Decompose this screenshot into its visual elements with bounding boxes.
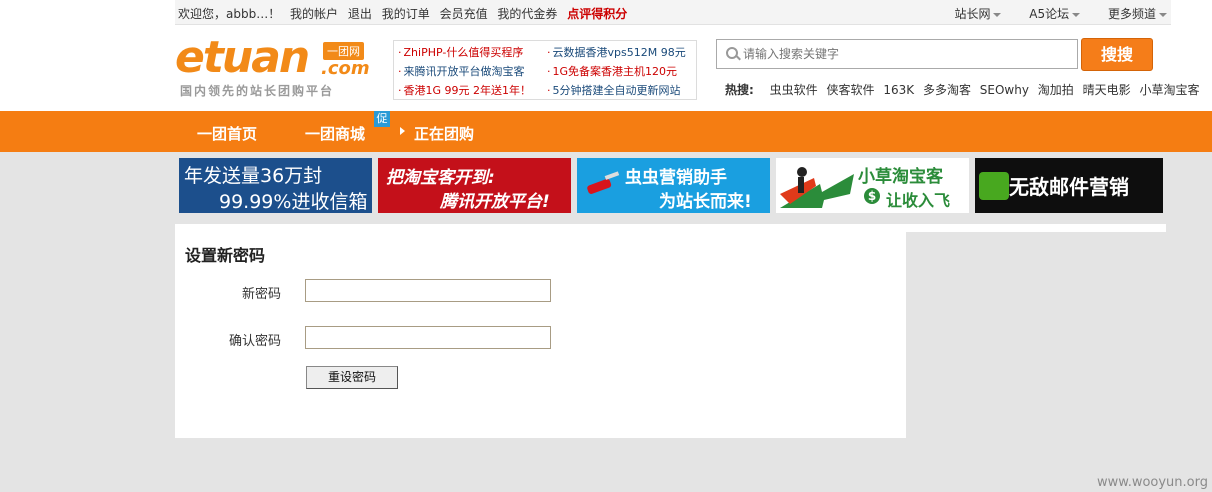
confirm-password-label: 确认密码 [229,334,282,349]
nav-group-buying[interactable]: 正在团购 [414,123,474,144]
hot-searches: 热搜: 虫虫软件 侠客软件 163K 多多淘客 SEOwhy 淘加拍 晴天电影 … [725,81,1204,98]
chevron-down-icon [993,12,1002,17]
banner-line2: 腾讯开放平台! [440,192,550,212]
banner-ad-chongchong[interactable]: 虫虫营销助手 为站长而来! [577,158,770,213]
menu-admin5[interactable]: 站长网 [942,7,1002,21]
menu-a5-forum[interactable]: A5论坛 [1017,7,1081,21]
nav-home[interactable]: 一团首页 [197,123,257,144]
banner-ad-xiaocao[interactable]: 小草淘宝客 $ 让收入飞 [776,158,969,213]
top-bar: 欢迎您，abbb…！ 我的帐户 退出 我的订单 会员充值 我的代金券 点评得积分… [175,0,1171,25]
banner-line2: 99.99%进收信箱 [219,191,368,213]
logout-link[interactable]: 退出 [348,7,372,21]
banner-line2: 为站长而来! [659,192,752,212]
hot-search-link[interactable]: 虫虫软件 [770,83,818,97]
search-box [716,39,1078,69]
banner-line1: 无敌邮件营销 [1009,175,1129,199]
watermark: www.wooyun.org [1096,475,1208,490]
banner-ad-email[interactable]: 年发送量36万封 99.99%进收信箱 [179,158,372,213]
promo-links-box: · ZhiPHP-什么值得买程序 · 来腾讯开放平台做淘宝客 · 香港1G 99元 2… [393,40,697,100]
nav-mall[interactable]: 一团商城 [305,123,365,144]
banner-line2: 让收入飞 [886,191,951,210]
banner-line1: 虫虫营销助手 [625,168,727,188]
user-links: 欢迎您，abbb…！ 我的帐户 退出 我的订单 会员充值 我的代金券 点评得积分 [178,5,633,22]
promo-link-label: 1G免备案香港主机120元 [552,65,678,78]
promo-link-label: ZhiPHP-什么值得买程序 [403,46,524,59]
my-account-link[interactable]: 我的帐户 [290,7,338,21]
promo-link[interactable]: · 香港1G 99元 2年送1年！ [398,82,531,98]
promo-link-label: 云数据香港vps512M 98元 [552,46,686,59]
new-password-field[interactable] [305,279,551,302]
hot-search-link[interactable]: SEOwhy [980,83,1029,97]
banner-ad-wudi-mail[interactable]: 无敌邮件营销 [975,158,1163,213]
search-input[interactable] [741,44,1065,64]
promo-link[interactable]: · 5分钟搭建全自动更新网站 [547,82,681,98]
runner-icon [780,164,854,210]
promo-link[interactable]: · 云数据香港vps512M 98元 [547,44,686,60]
promo-tag: 促 [374,111,390,127]
vouchers-link[interactable]: 我的代金券 [497,7,557,21]
menu-more-channels[interactable]: 更多频道 [1096,7,1167,21]
hot-search-link[interactable]: 小草淘宝客 [1139,83,1199,97]
hot-search-link[interactable]: 163K [883,83,914,97]
promo-link-label: 香港1G 99元 2年送1年！ [403,84,532,97]
promo-link[interactable]: · 来腾讯开放平台做淘宝客 [398,63,525,79]
main-nav: 一团首页 一团商城 促 正在团购 [0,111,1212,152]
chevron-down-icon [1159,12,1167,17]
banner-line1: 小草淘宝客 [858,167,943,187]
arrow-right-icon [400,127,405,135]
side-panel [906,224,1166,232]
logo-domain: .com [321,58,370,79]
hot-searches-label: 热搜: [725,83,754,97]
mail-icon [979,172,1009,200]
promo-link-label: 来腾讯开放平台做淘宝客 [403,65,525,78]
search-icon [726,47,738,59]
banner-ad-taobaoke[interactable]: 把淘宝客开到: 腾讯开放平台! [378,158,571,213]
hot-search-link[interactable]: 多多淘客 [923,83,971,97]
banner-line1: 把淘宝客开到: [386,168,495,188]
reset-password-panel: 设置新密码 新密码 确认密码 重设密码 [175,224,906,438]
promo-link-label: 5分钟搭建全自动更新网站 [552,84,681,97]
promo-link[interactable]: · ZhiPHP-什么值得买程序 [398,44,523,60]
banner-line1: 年发送量36万封 [184,165,323,187]
hot-search-link[interactable]: 侠客软件 [826,83,874,97]
site-logo[interactable]: etuan 一团网 .com 国内领先的站长团购平台 [175,32,385,100]
promo-link[interactable]: · 1G免备案香港主机120元 [547,63,677,79]
channel-menus: 站长网 A5论坛 更多频道 [930,5,1167,22]
menu-a5-forum-label: A5论坛 [1029,7,1070,21]
my-orders-link[interactable]: 我的订单 [382,7,430,21]
search-button[interactable]: 搜搜 [1081,38,1153,71]
menu-more-channels-label: 更多频道 [1107,7,1156,21]
hot-search-link[interactable]: 晴天电影 [1083,83,1131,97]
menu-admin5-label: 站长网 [954,7,991,21]
review-points-link[interactable]: 点评得积分 [567,7,627,21]
chevron-down-icon [1072,12,1081,17]
new-password-label: 新密码 [242,287,282,302]
hot-search-link[interactable]: 淘加拍 [1038,83,1074,97]
knife-icon [581,170,621,200]
confirm-password-field[interactable] [305,326,551,349]
logo-word: etuan [175,32,310,83]
recharge-link[interactable]: 会员充值 [440,7,488,21]
welcome-text: 欢迎您，abbb…！ [178,7,281,21]
reset-password-button[interactable]: 重设密码 [306,366,398,389]
page-title: 设置新密码 [185,246,266,265]
logo-slogan: 国内领先的站长团购平台 [180,84,335,98]
dollar-icon: $ [864,188,880,204]
